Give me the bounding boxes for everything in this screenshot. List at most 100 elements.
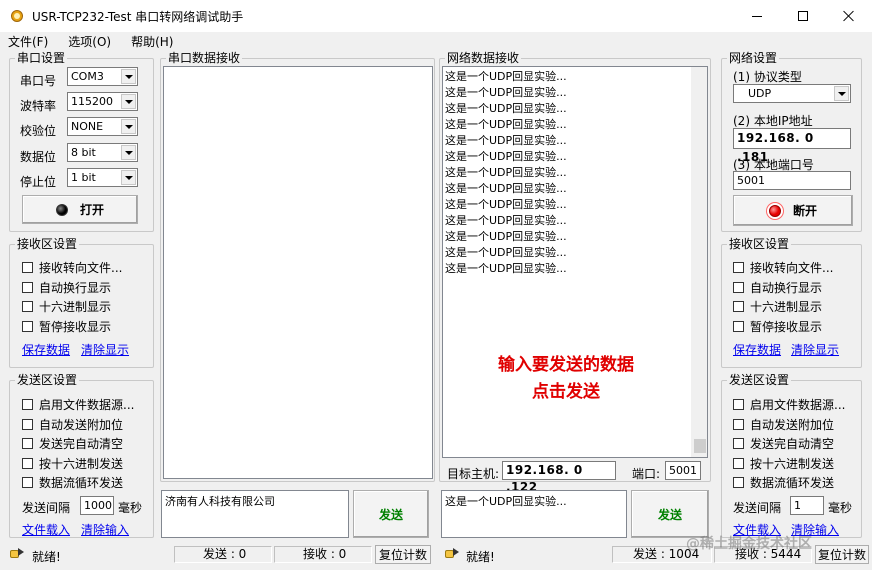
right-receive-to-file-checkbox[interactable]: 接收转向文件... [733, 259, 833, 276]
serial-receive-title: 串口数据接收 [166, 51, 243, 65]
baud-select[interactable]: 115200 [67, 92, 138, 111]
local-ip-label: (2) 本地IP地址 [733, 114, 813, 128]
left-pause-display-checkbox[interactable]: 暂停接收显示 [22, 318, 111, 335]
menu-file[interactable]: 文件(F) [4, 33, 52, 50]
right-pause-display-checkbox[interactable]: 暂停接收显示 [733, 318, 822, 335]
right-auto-clear-checkbox[interactable]: 发送完自动清空 [733, 435, 834, 452]
chevron-down-icon[interactable] [121, 145, 136, 160]
port-label: 串口号 [20, 74, 57, 88]
target-host-input[interactable]: 192.168. 0 .122 [502, 461, 616, 494]
receive-line: 这是一个UDP回显实验... [445, 246, 567, 259]
left-hex-display-checkbox[interactable]: 十六进制显示 [22, 298, 111, 315]
left-hex-send-checkbox[interactable]: 按十六进制发送 [22, 455, 123, 472]
left-auto-wrap-checkbox[interactable]: 自动换行显示 [22, 279, 111, 296]
right-ready-text: 就绪! [466, 550, 495, 564]
menu-options[interactable]: 选项(O) [64, 33, 115, 50]
right-hex-display-checkbox[interactable]: 十六进制显示 [733, 298, 822, 315]
receive-line: 这是一个UDP回显实验... [445, 198, 567, 211]
receive-line: 这是一个UDP回显实验... [445, 150, 567, 163]
scroll-thumb[interactable] [694, 439, 706, 453]
ready-icon [445, 548, 459, 560]
protocol-value: UDP [748, 87, 772, 100]
right-reset-count-button[interactable]: 复位计数 [815, 545, 869, 564]
network-send-input[interactable]: 这是一个UDP回显实验... [441, 490, 627, 538]
chevron-down-icon[interactable] [121, 69, 136, 84]
receive-line: 这是一个UDP回显实验... [445, 166, 567, 179]
minimize-button[interactable] [734, 0, 780, 32]
right-receive-settings-title: 接收区设置 [727, 237, 792, 251]
right-save-data-link[interactable]: 保存数据 [733, 341, 781, 358]
serial-send-input[interactable]: 济南有人科技有限公司 [161, 490, 349, 538]
left-loop-send-checkbox[interactable]: 数据流循环发送 [22, 474, 123, 491]
network-send-button[interactable]: 发送 [631, 490, 709, 538]
stopbits-value: 1 bit [71, 171, 96, 184]
right-send-settings-title: 发送区设置 [727, 373, 792, 387]
minimize-icon [752, 15, 762, 17]
connect-button[interactable]: 断开 [733, 195, 853, 226]
window-title: USR-TCP232-Test 串口转网络调试助手 [32, 9, 244, 24]
receive-line: 这是一个UDP回显实验... [445, 262, 567, 275]
left-save-data-link[interactable]: 保存数据 [22, 341, 70, 358]
right-hex-send-checkbox[interactable]: 按十六进制发送 [733, 455, 834, 472]
right-auto-append-checkbox[interactable]: 自动发送附加位 [733, 416, 834, 433]
serial-send-label: 发送 [378, 507, 403, 522]
status-led-icon [55, 203, 68, 216]
parity-select[interactable]: NONE [67, 117, 138, 136]
left-sent-count: 发送 : 0 [174, 546, 272, 563]
network-send-label: 发送 [657, 507, 682, 522]
hint-line-1: 输入要发送的数据 [498, 355, 634, 375]
serial-settings-title: 串口设置 [15, 51, 68, 65]
menu-bar: 文件(F) 选项(O) 帮助(H) [0, 32, 872, 50]
title-bar[interactable]: USR-TCP232-Test 串口转网络调试助手 [0, 0, 872, 32]
receive-line: 这是一个UDP回显实验... [445, 70, 567, 83]
left-file-source-checkbox[interactable]: 启用文件数据源... [22, 396, 134, 413]
left-clear-display-link[interactable]: 清除显示 [81, 341, 129, 358]
databits-label: 数据位 [20, 150, 57, 164]
serial-send-text: 济南有人科技有限公司 [165, 495, 275, 508]
right-auto-wrap-checkbox[interactable]: 自动换行显示 [733, 279, 822, 296]
chevron-down-icon[interactable] [121, 170, 136, 185]
connect-label: 断开 [792, 204, 817, 218]
left-reset-count-button[interactable]: 复位计数 [375, 545, 431, 564]
receive-line: 这是一个UDP回显实验... [445, 118, 567, 131]
open-port-label: 打开 [79, 203, 104, 217]
left-file-load-link[interactable]: 文件载入 [22, 521, 70, 538]
right-loop-send-checkbox[interactable]: 数据流循环发送 [733, 474, 834, 491]
left-receive-settings-title: 接收区设置 [15, 237, 80, 251]
protocol-select[interactable]: UDP [733, 84, 851, 103]
port-value: COM3 [71, 70, 104, 83]
serial-send-button[interactable]: 发送 [353, 490, 429, 538]
left-clear-input-link[interactable]: 清除输入 [81, 521, 129, 538]
serial-receive-area[interactable] [163, 66, 433, 479]
app-icon [9, 8, 25, 24]
databits-select[interactable]: 8 bit [67, 143, 138, 162]
local-port-input[interactable]: 5001 [733, 171, 851, 190]
target-port-input[interactable]: 5001 [665, 461, 701, 480]
close-button[interactable] [826, 0, 872, 32]
right-clear-display-link[interactable]: 清除显示 [791, 341, 839, 358]
left-receive-to-file-checkbox[interactable]: 接收转向文件... [22, 259, 122, 276]
close-icon [843, 10, 855, 22]
left-received-count: 接收 : 0 [274, 546, 372, 563]
receive-scrollbar[interactable] [691, 67, 707, 457]
left-auto-clear-checkbox[interactable]: 发送完自动清空 [22, 435, 123, 452]
ready-icon [10, 548, 24, 560]
local-ip-input[interactable]: 192.168. 0 .181 [733, 128, 851, 164]
open-port-button[interactable]: 打开 [22, 195, 138, 224]
chevron-down-icon[interactable] [121, 94, 136, 109]
receive-line: 这是一个UDP回显实验... [445, 86, 567, 99]
receive-line: 这是一个UDP回显实验... [445, 214, 567, 227]
chevron-down-icon[interactable] [121, 119, 136, 134]
stopbits-select[interactable]: 1 bit [67, 168, 138, 187]
chevron-down-icon[interactable] [834, 86, 849, 101]
right-interval-input[interactable]: 1 [790, 496, 824, 515]
baud-value: 115200 [71, 95, 113, 108]
receive-line: 这是一个UDP回显实验... [445, 182, 567, 195]
maximize-button[interactable] [780, 0, 826, 32]
left-interval-input[interactable]: 1000 [80, 496, 114, 515]
right-file-source-checkbox[interactable]: 启用文件数据源... [733, 396, 845, 413]
left-auto-append-checkbox[interactable]: 自动发送附加位 [22, 416, 123, 433]
maximize-icon [798, 11, 808, 21]
port-select[interactable]: COM3 [67, 67, 138, 86]
menu-help[interactable]: 帮助(H) [127, 33, 177, 50]
